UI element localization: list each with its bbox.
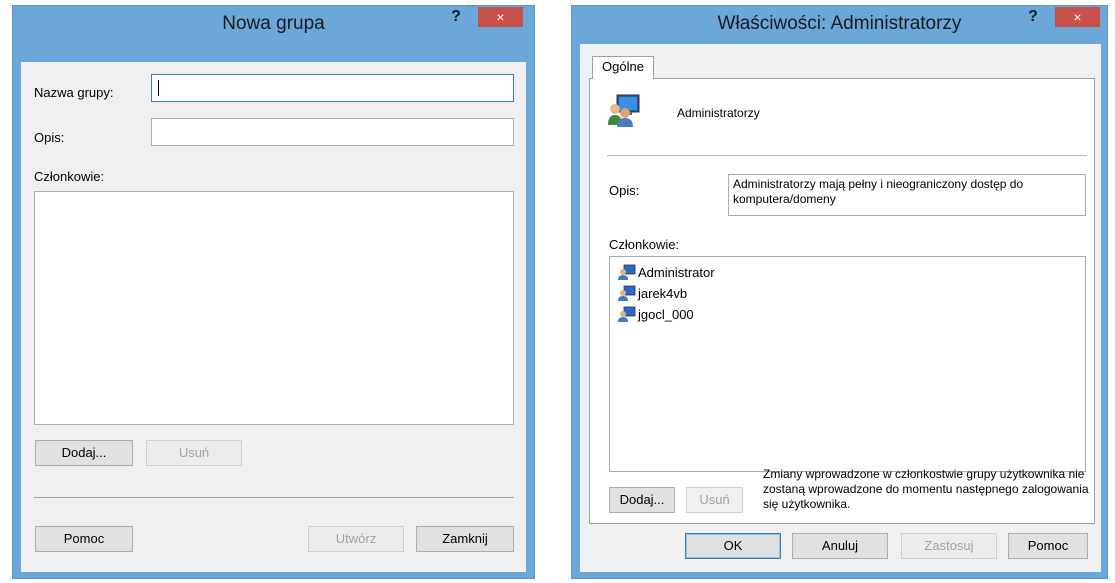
- group-name-label: Nazwa grupy:: [34, 85, 114, 100]
- member-name: jarek4vb: [638, 285, 688, 301]
- description-input[interactable]: [151, 118, 514, 146]
- properties-dialog: Właściwości: Administratorzy ? × Ogólne …: [571, 5, 1108, 579]
- close-button[interactable]: ×: [478, 7, 523, 27]
- description-label: Opis:: [609, 183, 640, 198]
- users-group-icon: [607, 93, 641, 127]
- members-label: Członkowie:: [34, 169, 105, 184]
- close-button[interactable]: ×: [1055, 7, 1100, 27]
- tab-general[interactable]: Ogólne: [592, 56, 654, 79]
- add-button[interactable]: Dodaj...: [609, 487, 675, 513]
- group-name-text: Administratorzy: [677, 106, 760, 120]
- separator: [607, 155, 1087, 156]
- group-name-input[interactable]: [151, 74, 514, 102]
- user-computer-icon: [618, 264, 636, 280]
- apply-button[interactable]: Zastosuj: [901, 533, 997, 559]
- help-icon[interactable]: ?: [445, 8, 467, 30]
- help-icon[interactable]: ?: [1022, 8, 1044, 30]
- title-bar[interactable]: Nowa grupa ? ×: [13, 6, 534, 36]
- help-button[interactable]: Pomoc: [1008, 533, 1088, 559]
- add-button[interactable]: Dodaj...: [35, 440, 133, 466]
- membership-note: Zmiany wprowadzone w członkostwie grupy …: [763, 467, 1089, 511]
- dialog-client-area: Nazwa grupy: Opis: Członkowie: Dodaj... …: [21, 62, 526, 572]
- list-item[interactable]: jarek4vb: [618, 284, 687, 302]
- members-label: Członkowie:: [609, 237, 680, 252]
- ok-button[interactable]: OK: [685, 533, 781, 559]
- members-list[interactable]: [34, 191, 514, 425]
- remove-button[interactable]: Usuń: [146, 440, 242, 466]
- user-computer-icon: [618, 285, 636, 301]
- remove-button[interactable]: Usuń: [686, 487, 743, 513]
- text-caret: [158, 80, 159, 96]
- title-bar[interactable]: Właściwości: Administratorzy ? ×: [572, 6, 1107, 36]
- close-dialog-button[interactable]: Zamknij: [416, 526, 514, 552]
- member-name: Administrator: [638, 264, 715, 280]
- member-name: jgocl_000: [638, 306, 694, 322]
- create-button[interactable]: Utwórz: [308, 526, 404, 552]
- list-item[interactable]: Administrator: [618, 263, 715, 281]
- cancel-button[interactable]: Anuluj: [792, 533, 888, 559]
- help-button[interactable]: Pomoc: [35, 526, 133, 552]
- members-list[interactable]: Administrator jarek4vb jgocl_000: [609, 256, 1086, 472]
- description-field[interactable]: Administratorzy mają pełny i nieogranicz…: [728, 174, 1086, 216]
- description-label: Opis:: [34, 130, 65, 145]
- tab-panel-general: Administratorzy Opis: Administratorzy ma…: [589, 78, 1095, 524]
- user-computer-icon: [618, 306, 636, 322]
- list-item[interactable]: jgocl_000: [618, 305, 694, 323]
- separator: [34, 497, 514, 498]
- dialog-client-area: Ogólne Administratorzy Opis: Administrat…: [580, 44, 1101, 572]
- new-group-dialog: Nowa grupa ? × Nazwa grupy: Opis: Członk…: [12, 5, 535, 579]
